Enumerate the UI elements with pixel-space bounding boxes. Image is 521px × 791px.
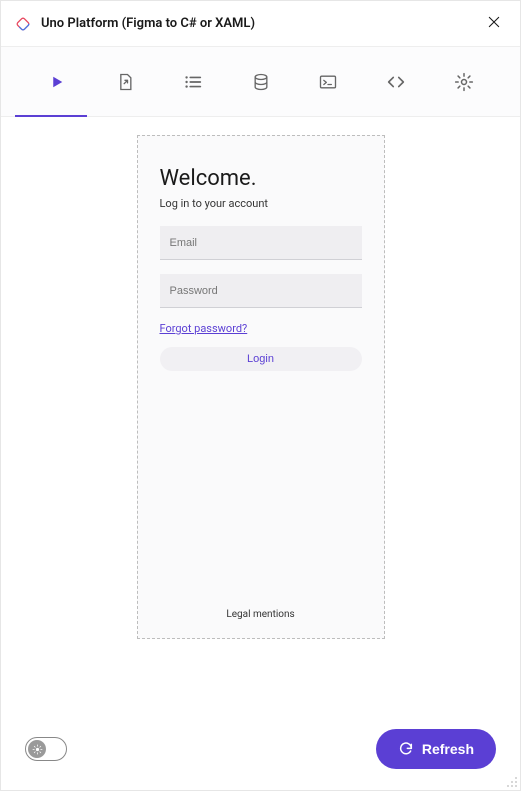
welcome-heading: Welcome.	[160, 166, 362, 191]
refresh-label: Refresh	[422, 741, 474, 757]
device-frame: Welcome. Log in to your account Forgot p…	[137, 135, 385, 639]
tab-datacontext[interactable]	[227, 47, 295, 116]
close-button[interactable]	[486, 14, 506, 34]
close-icon	[486, 14, 502, 30]
email-field[interactable]	[160, 226, 362, 260]
password-field[interactable]	[160, 274, 362, 308]
play-icon	[48, 73, 66, 91]
tab-code[interactable]	[362, 47, 430, 116]
theme-toggle-thumb	[28, 740, 46, 758]
terminal-icon	[318, 72, 338, 92]
file-export-icon	[115, 72, 135, 92]
panel-title: Uno Platform (Figma to C# or XAML)	[41, 16, 486, 31]
login-button[interactable]: Login	[160, 347, 362, 371]
tab-preview[interactable]	[23, 47, 91, 116]
tab-properties[interactable]	[159, 47, 227, 116]
refresh-button[interactable]: Refresh	[376, 729, 496, 769]
login-subtitle: Log in to your account	[160, 197, 362, 210]
header-bar: Uno Platform (Figma to C# or XAML)	[1, 1, 520, 47]
gear-icon	[454, 72, 474, 92]
refresh-icon	[398, 741, 414, 757]
list-icon	[182, 71, 204, 93]
code-icon	[385, 71, 407, 93]
forgot-password-link[interactable]: Forgot password?	[160, 322, 362, 335]
sun-icon	[32, 744, 43, 755]
resize-grip-icon[interactable]	[504, 774, 518, 788]
plugin-panel: Uno Platform (Figma to C# or XAML)	[0, 0, 521, 791]
tab-console[interactable]	[294, 47, 362, 116]
uno-logo-icon	[15, 16, 31, 32]
tab-settings[interactable]	[430, 47, 498, 116]
theme-toggle[interactable]	[25, 737, 67, 761]
database-icon	[251, 72, 271, 92]
footer-bar: Refresh	[1, 708, 520, 790]
legal-mentions-link[interactable]: Legal mentions	[160, 609, 362, 620]
spacer	[160, 371, 362, 609]
preview-area: Welcome. Log in to your account Forgot p…	[1, 117, 520, 708]
tab-bar	[1, 47, 520, 117]
tab-export[interactable]	[91, 47, 159, 116]
